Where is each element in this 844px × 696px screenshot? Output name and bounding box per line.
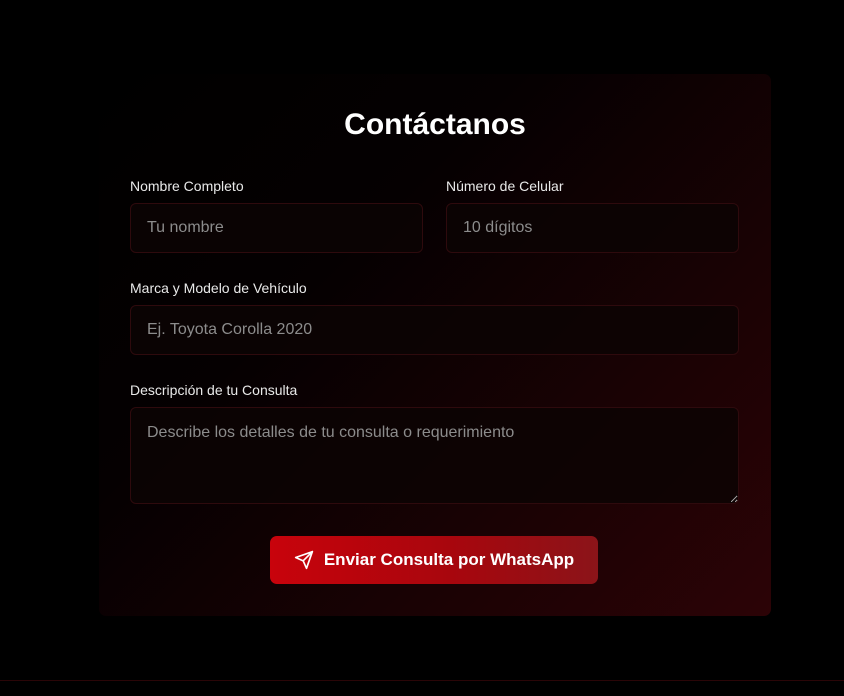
contact-form-card: Contáctanos Nombre Completo Número de Ce… (99, 74, 771, 616)
vehicle-label: Marca y Modelo de Vehículo (130, 280, 307, 296)
footer-divider (0, 680, 844, 681)
vehicle-input[interactable] (130, 305, 739, 355)
description-textarea[interactable] (130, 407, 739, 504)
name-input[interactable] (130, 203, 423, 253)
phone-label: Número de Celular (446, 178, 564, 194)
send-icon (294, 550, 314, 570)
description-label: Descripción de tu Consulta (130, 382, 298, 398)
send-whatsapp-button[interactable]: Enviar Consulta por WhatsApp (270, 536, 598, 584)
form-title: Contáctanos (344, 108, 526, 141)
name-label: Nombre Completo (130, 178, 244, 194)
send-whatsapp-label: Enviar Consulta por WhatsApp (323, 550, 575, 569)
phone-input[interactable] (446, 203, 739, 253)
page: Contáctanos Nombre Completo Número de Ce… (0, 0, 844, 696)
